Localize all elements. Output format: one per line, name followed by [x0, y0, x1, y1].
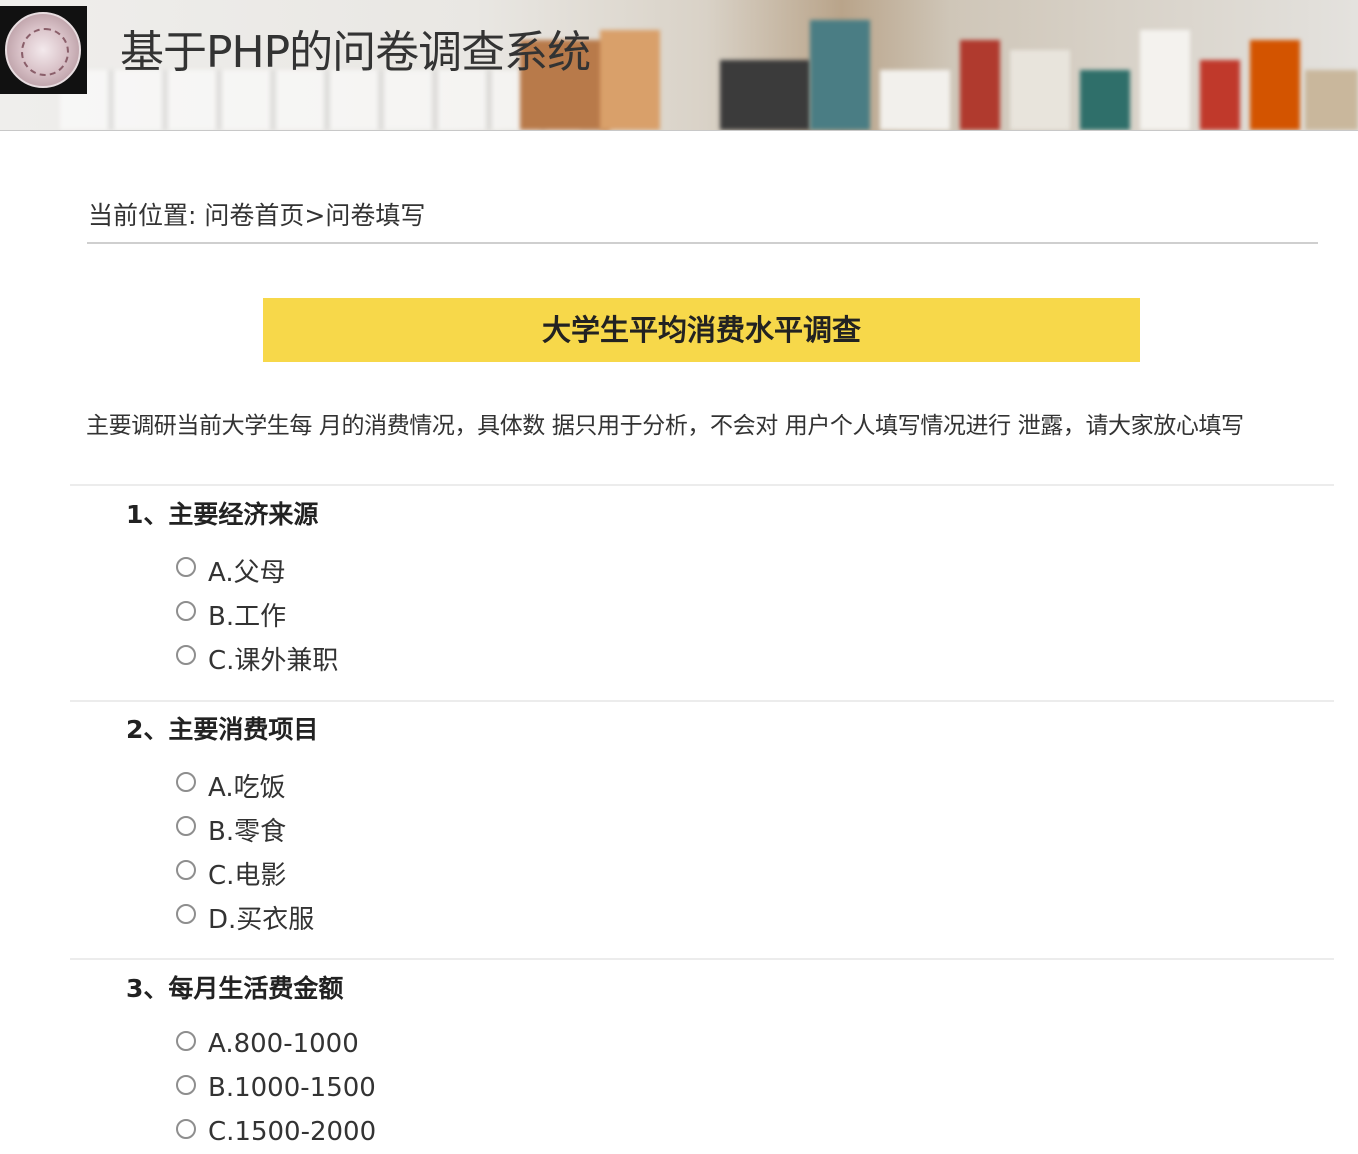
radio-button[interactable] [176, 772, 196, 792]
option-label[interactable]: D.买衣服 [208, 899, 314, 936]
site-title: 基于PHP的问卷调查系统 [120, 27, 591, 78]
option-item[interactable]: C.电影 [176, 851, 318, 895]
option-label[interactable]: C.1500-2000 [208, 1117, 376, 1147]
question-divider [70, 958, 1334, 960]
option-item[interactable]: B.1000-1500 [176, 1066, 376, 1110]
radio-button[interactable] [176, 1119, 196, 1139]
option-label[interactable]: C.课外兼职 [208, 640, 338, 677]
option-item[interactable]: C.课外兼职 [176, 636, 338, 680]
option-list: A.父母 B.工作 C.课外兼职 [176, 548, 338, 680]
university-seal-icon [5, 12, 81, 88]
radio-button[interactable] [176, 645, 196, 665]
option-list: A.吃饭 B.零食 C.电影 D.买衣服 [176, 763, 318, 939]
breadcrumb: 当前位置: 问卷首页>问卷填写 [88, 196, 425, 232]
question-1: 1、主要经济来源 A.父母 B.工作 C.课外兼职 [126, 500, 338, 680]
option-label[interactable]: B.1000-1500 [208, 1073, 376, 1103]
option-item[interactable]: A.父母 [176, 548, 338, 592]
logo[interactable] [0, 6, 87, 94]
option-label[interactable]: B.零食 [208, 811, 286, 848]
radio-button[interactable] [176, 1075, 196, 1095]
banner-background-book [1305, 70, 1358, 130]
option-item[interactable]: B.零食 [176, 807, 318, 851]
banner-background-book [600, 30, 660, 130]
radio-button[interactable] [176, 557, 196, 577]
radio-button[interactable] [176, 601, 196, 621]
question-divider [70, 484, 1334, 486]
radio-button[interactable] [176, 816, 196, 836]
breadcrumb-divider [87, 242, 1318, 244]
option-item[interactable]: B.工作 [176, 592, 338, 636]
option-item[interactable]: A.吃饭 [176, 763, 318, 807]
survey-description: 主要调研当前大学生每 月的消费情况，具体数 据只用于分析，不会对 用户个人填写情… [86, 413, 1244, 439]
option-item[interactable]: D.买衣服 [176, 895, 318, 939]
banner-background-book [880, 70, 950, 130]
breadcrumb-path[interactable]: 问卷首页>问卷填写 [204, 201, 425, 230]
question-divider [70, 700, 1334, 702]
banner-background-book [1200, 60, 1240, 130]
question-3: 3、每月生活费金额 A.800-1000 B.1000-1500 C.1500-… [126, 974, 376, 1154]
question-2: 2、主要消费项目 A.吃饭 B.零食 C.电影 D.买衣服 [126, 715, 318, 939]
option-list: A.800-1000 B.1000-1500 C.1500-2000 [176, 1022, 376, 1154]
banner-background-book [1010, 50, 1070, 130]
option-label[interactable]: B.工作 [208, 596, 286, 633]
question-title: 2、主要消费项目 [126, 715, 319, 744]
question-title: 1、主要经济来源 [126, 500, 319, 529]
option-item[interactable]: C.1500-2000 [176, 1110, 376, 1154]
option-label[interactable]: C.电影 [208, 855, 286, 892]
option-label[interactable]: A.父母 [208, 552, 286, 589]
option-item[interactable]: A.800-1000 [176, 1022, 376, 1066]
option-label[interactable]: A.吃饭 [208, 767, 286, 804]
banner-background-book [1140, 30, 1190, 130]
radio-button[interactable] [176, 860, 196, 880]
banner-background-book [810, 20, 870, 130]
banner-background-book [1250, 40, 1300, 130]
survey-title: 大学生平均消费水平调查 [263, 298, 1140, 362]
question-title: 3、每月生活费金额 [126, 974, 344, 1003]
banner-background-book [960, 40, 1000, 130]
option-label[interactable]: A.800-1000 [208, 1029, 359, 1059]
breadcrumb-label: 当前位置: [88, 201, 197, 230]
banner-background-book [1080, 70, 1130, 130]
radio-button[interactable] [176, 1031, 196, 1051]
banner-background-book [720, 60, 810, 130]
radio-button[interactable] [176, 904, 196, 924]
header-banner: 基于PHP的问卷调查系统 [0, 0, 1358, 131]
